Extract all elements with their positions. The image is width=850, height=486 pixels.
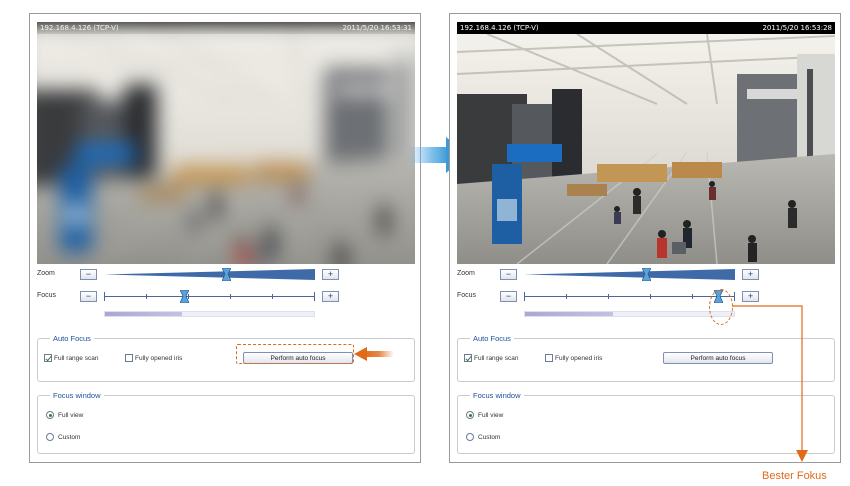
focus-window-group: Focus window Full view Custom <box>37 391 415 454</box>
video-timestamp: 2011/5/20 16:53:28 <box>762 24 832 32</box>
focus-window-legend: Focus window <box>473 391 521 400</box>
focus-slider-thumb[interactable] <box>179 290 189 303</box>
highlight-box <box>236 344 354 364</box>
callout-arrow-icon <box>732 305 808 462</box>
full-range-scan-label: Full range scan <box>474 354 519 362</box>
full-range-scan-label: Full range scan <box>54 354 99 362</box>
zoom-wedge <box>104 269 315 280</box>
plus-icon: + <box>327 269 334 279</box>
zoom-out-button[interactable]: − <box>500 269 517 280</box>
live-video-view: 192.168.4.126 (TCP-V) 2011/5/20 16:53:31 <box>37 22 415 264</box>
zoom-slider-thumb[interactable] <box>641 268 651 281</box>
focus-slider-track <box>524 296 735 297</box>
fully-opened-iris-checkbox[interactable]: Fully opened iris <box>125 354 182 362</box>
auto-focus-legend: Auto Focus <box>473 334 511 343</box>
zoom-label: Zoom <box>457 270 475 277</box>
auto-focus-legend: Auto Focus <box>53 334 91 343</box>
checkbox-unchecked-icon <box>545 354 553 362</box>
focus-progress-bar <box>104 311 315 317</box>
zoom-slider[interactable] <box>104 268 315 281</box>
blurred-video-frame <box>37 24 415 264</box>
custom-label: Custom <box>478 433 501 441</box>
focus-tick <box>230 294 231 299</box>
zoom-in-button[interactable]: + <box>742 269 759 280</box>
pointer-arrow-icon <box>354 347 394 361</box>
focus-progress-fill <box>525 312 613 316</box>
fully-opened-iris-label: Fully opened iris <box>555 354 603 362</box>
plus-icon: + <box>327 291 334 301</box>
live-video-view: 192.168.4.126 (TCP-V) 2011/5/20 16:53:28 <box>457 22 835 264</box>
focus-near-button[interactable]: − <box>500 291 517 302</box>
focus-progress-fill <box>105 312 183 316</box>
focus-tick <box>650 294 651 299</box>
full-view-label: Full view <box>478 411 504 419</box>
fully-opened-iris-checkbox[interactable]: Fully opened iris <box>545 354 602 362</box>
focused-video-frame <box>457 34 835 264</box>
checkbox-checked-icon <box>44 354 52 362</box>
checkbox-checked-icon <box>464 354 472 362</box>
focus-progress-bar <box>524 311 735 317</box>
focus-tick <box>608 294 609 299</box>
checkbox-unchecked-icon <box>125 354 133 362</box>
focus-window-legend: Focus window <box>53 391 101 400</box>
focus-slider-track <box>104 296 315 297</box>
focus-slider[interactable] <box>524 290 735 303</box>
radio-unselected-icon <box>466 433 474 441</box>
zoom-slider-thumb[interactable] <box>221 268 231 281</box>
minus-icon: − <box>85 291 92 301</box>
focus-label: Focus <box>37 292 57 299</box>
full-range-scan-checkbox[interactable]: Full range scan <box>464 354 518 362</box>
slider-end <box>314 292 315 301</box>
custom-radio[interactable]: Custom <box>46 433 80 441</box>
camera-ip-label: 192.168.4.126 (TCP-V) <box>460 24 539 32</box>
zoom-wedge <box>524 269 735 280</box>
best-focus-label: Bester Fokus <box>762 470 827 482</box>
focus-label: Focus <box>457 292 477 299</box>
full-view-label: Full view <box>58 411 84 419</box>
plus-icon: + <box>747 269 754 279</box>
full-view-radio[interactable]: Full view <box>466 411 503 419</box>
custom-radio[interactable]: Custom <box>466 433 500 441</box>
zoom-slider[interactable] <box>524 268 735 281</box>
minus-icon: − <box>505 291 512 301</box>
full-range-scan-checkbox[interactable]: Full range scan <box>44 354 98 362</box>
focus-tick <box>566 294 567 299</box>
full-view-radio[interactable]: Full view <box>46 411 83 419</box>
camera-panel-before: 192.168.4.126 (TCP-V) 2011/5/20 16:53:31… <box>29 13 421 463</box>
custom-label: Custom <box>58 433 81 441</box>
minus-icon: − <box>505 269 512 279</box>
focus-slider[interactable] <box>104 290 315 303</box>
radio-selected-icon <box>46 411 54 419</box>
fully-opened-iris-label: Fully opened iris <box>135 354 183 362</box>
radio-selected-icon <box>466 411 474 419</box>
focus-far-button[interactable]: + <box>322 291 339 302</box>
focus-tick <box>272 294 273 299</box>
video-osd: 192.168.4.126 (TCP-V) 2011/5/20 16:53:28 <box>457 22 835 34</box>
radio-unselected-icon <box>46 433 54 441</box>
minus-icon: − <box>85 269 92 279</box>
focus-tick <box>146 294 147 299</box>
zoom-out-button[interactable]: − <box>80 269 97 280</box>
focus-tick <box>692 294 693 299</box>
zoom-label: Zoom <box>37 270 55 277</box>
zoom-in-button[interactable]: + <box>322 269 339 280</box>
focus-near-button[interactable]: − <box>80 291 97 302</box>
